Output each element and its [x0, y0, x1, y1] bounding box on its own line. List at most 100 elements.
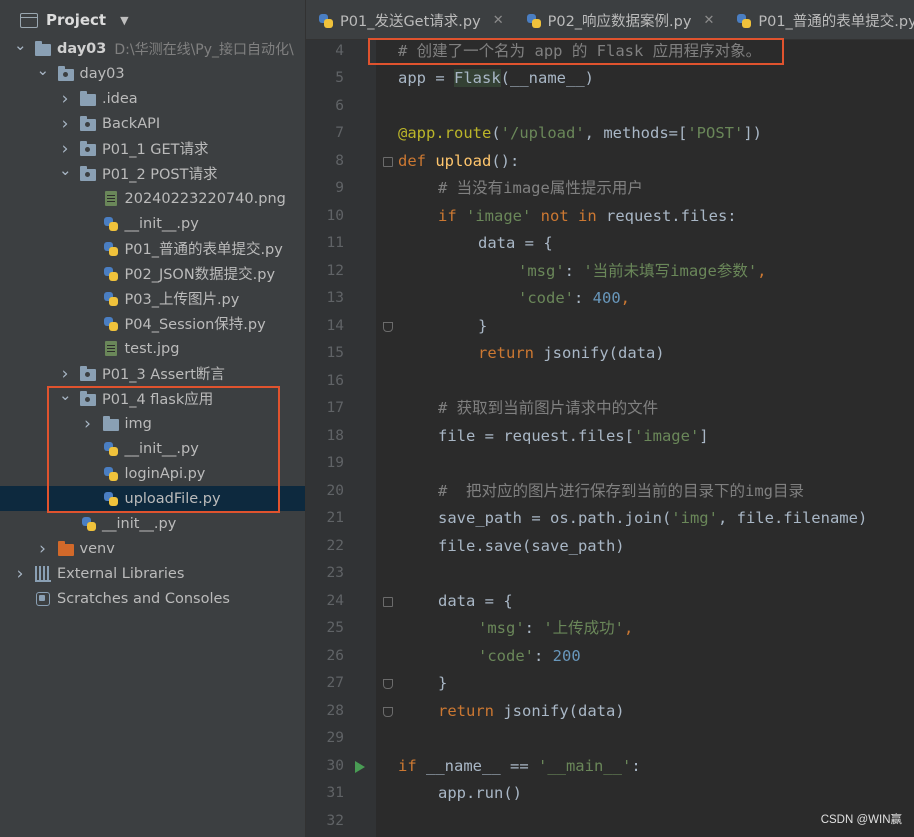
- code-token: 'msg': [518, 261, 565, 280]
- code-line[interactable]: file.save(save_path): [438, 533, 625, 561]
- chevron-right-icon[interactable]: ›: [82, 414, 94, 434]
- code-line[interactable]: # 把对应的图片进行保存到当前的目录下的img目录: [438, 478, 804, 506]
- code-line[interactable]: return jsonify(data): [478, 340, 665, 368]
- tree-item[interactable]: ›__init__.py: [0, 436, 305, 461]
- tree-item[interactable]: ›P04_Session保持.py: [0, 311, 305, 336]
- tree-item[interactable]: ›Scratches and Consoles: [0, 586, 305, 611]
- tree-item[interactable]: ›__init__.py: [0, 211, 305, 236]
- tree-item[interactable]: ›uploadFile.py: [0, 486, 305, 511]
- tree-item[interactable]: ›P02_JSON数据提交.py: [0, 261, 305, 286]
- folder-icon: [102, 415, 120, 432]
- line-number: 19: [326, 455, 344, 471]
- fold-marker-icon[interactable]: [383, 156, 393, 167]
- code-line[interactable]: save_path = os.path.join('img', file.fil…: [438, 505, 867, 533]
- code-line[interactable]: # 当没有image属性提示用户: [438, 175, 643, 203]
- tree-item[interactable]: › External Libraries: [0, 561, 305, 586]
- tree-item-label: day03: [57, 40, 107, 57]
- tree-item[interactable]: ⌄ day03 D:\华测在线\Py_接口自动化\: [0, 36, 305, 61]
- image-file-icon: [102, 191, 120, 207]
- libraries-icon: [34, 565, 52, 582]
- code-token: def: [398, 151, 436, 170]
- tree-item[interactable]: ›P01_普通的表单提交.py: [0, 236, 305, 261]
- code-token: :: [574, 289, 593, 307]
- chevron-right-icon[interactable]: ›: [59, 364, 71, 384]
- code-line[interactable]: def upload():: [398, 148, 519, 176]
- fold-marker-icon[interactable]: [383, 706, 393, 717]
- line-number: 31: [326, 785, 344, 801]
- code-token: request.files:: [605, 206, 737, 225]
- chevron-right-icon[interactable]: ›: [59, 139, 71, 159]
- tree-item[interactable]: › P01_3 Assert断言: [0, 361, 305, 386]
- code-line[interactable]: }: [438, 670, 447, 698]
- python-file-icon: [318, 13, 333, 28]
- tree-item-label: uploadFile.py: [124, 490, 221, 507]
- project-panel: Project ▼ ⌄ day03 D:\华测在线\Py_接口自动化\ ⌄ day03 ›…: [0, 0, 305, 837]
- editor-tab[interactable]: P01_普通的表单提交.py: [724, 0, 914, 39]
- close-icon[interactable]: ✕: [703, 13, 714, 28]
- package-icon: [79, 115, 97, 132]
- code-line[interactable]: return jsonify(data): [438, 698, 625, 726]
- code-token: '__main__': [537, 756, 632, 775]
- chevron-right-icon[interactable]: ›: [59, 89, 71, 109]
- tree-item[interactable]: › P01_1 GET请求: [0, 136, 305, 161]
- code-line[interactable]: file = request.files['image']: [438, 423, 709, 451]
- close-icon[interactable]: ✕: [493, 13, 504, 28]
- tree-item[interactable]: ›20240223220740.png: [0, 186, 305, 211]
- fold-marker-icon[interactable]: [383, 679, 393, 689]
- chevron-right-icon[interactable]: ›: [59, 114, 71, 134]
- code-token: (__name__): [500, 69, 594, 87]
- code-line[interactable]: 'code': 200: [478, 643, 581, 671]
- tree-item[interactable]: ›P03_上传图片.py: [0, 286, 305, 311]
- code-line[interactable]: # 创建了一个名为 app 的 Flask 应用程序对象。: [398, 38, 761, 66]
- code-token: # 获取到当前图片请求中的文件: [438, 399, 659, 417]
- code-token: not in: [540, 206, 606, 225]
- code-line[interactable]: app.run(): [438, 780, 522, 808]
- tree-item-label: P01_3 Assert断言: [102, 367, 225, 383]
- code-token: 'img': [671, 509, 718, 527]
- chevron-right-icon[interactable]: ›: [14, 564, 26, 584]
- editor-tab[interactable]: P01_发送Get请求.py ✕: [306, 0, 514, 39]
- editor-tabs: P01_发送Get请求.py ✕ P02_响应数据案例.py ✕ P01_普通的表单提交…: [306, 0, 914, 40]
- tree-item[interactable]: › venv: [0, 536, 305, 561]
- tree-item-label: test.jpg: [124, 340, 180, 357]
- tree-item[interactable]: ⌄ day03: [0, 61, 305, 86]
- tree-item[interactable]: › BackAPI: [0, 111, 305, 136]
- editor-tab[interactable]: P02_响应数据案例.py ✕: [514, 0, 725, 39]
- code-line[interactable]: @app.route('/upload', methods=['POST']): [398, 120, 762, 148]
- code-line[interactable]: data = {: [478, 230, 553, 258]
- tree-item[interactable]: ⌄ P01_4 flask应用: [0, 386, 305, 411]
- chevron-down-icon[interactable]: ▼: [120, 14, 128, 27]
- python-file-icon: [102, 216, 120, 232]
- fold-marker-icon[interactable]: [383, 321, 393, 332]
- code-line[interactable]: app = Flask(__name__): [398, 65, 594, 93]
- code-line[interactable]: data = {: [438, 588, 513, 616]
- chevron-right-icon[interactable]: ›: [37, 539, 49, 559]
- run-icon[interactable]: [355, 760, 365, 773]
- code-token: }: [478, 316, 488, 335]
- tree-item[interactable]: › .idea: [0, 86, 305, 111]
- chevron-down-icon[interactable]: ⌄: [59, 161, 72, 179]
- code-line[interactable]: # 获取到当前图片请求中的文件: [438, 395, 658, 423]
- tree-item[interactable]: ⌄ P01_2 POST请求: [0, 161, 305, 186]
- code-line[interactable]: 'code': 400,: [518, 285, 630, 313]
- tree-item[interactable]: › img: [0, 411, 305, 436]
- code-token: :: [524, 619, 544, 637]
- fold-marker-icon[interactable]: [383, 596, 393, 607]
- project-panel-header[interactable]: Project ▼: [0, 0, 305, 40]
- line-number: 10: [326, 207, 344, 224]
- chevron-down-icon[interactable]: ⌄: [14, 36, 27, 54]
- code-line[interactable]: }: [478, 313, 487, 341]
- code-token: if: [398, 756, 426, 775]
- chevron-down-icon[interactable]: ⌄: [59, 386, 72, 404]
- editor-tab-label: P01_普通的表单提交.py: [758, 13, 914, 30]
- line-number: 16: [326, 372, 344, 389]
- tree-item[interactable]: ›loginApi.py: [0, 461, 305, 486]
- code-token: 200: [552, 646, 581, 665]
- tree-item[interactable]: ›test.jpg: [0, 336, 305, 361]
- chevron-down-icon[interactable]: ⌄: [37, 61, 50, 79]
- code-line[interactable]: if 'image' not in request.files:: [438, 203, 737, 231]
- code-line[interactable]: 'msg': '上传成功',: [478, 615, 633, 643]
- code-line[interactable]: if __name__ == '__main__':: [398, 753, 641, 781]
- tree-item[interactable]: ›__init__.py: [0, 511, 305, 536]
- code-line[interactable]: 'msg': '当前未填写image参数',: [518, 258, 767, 286]
